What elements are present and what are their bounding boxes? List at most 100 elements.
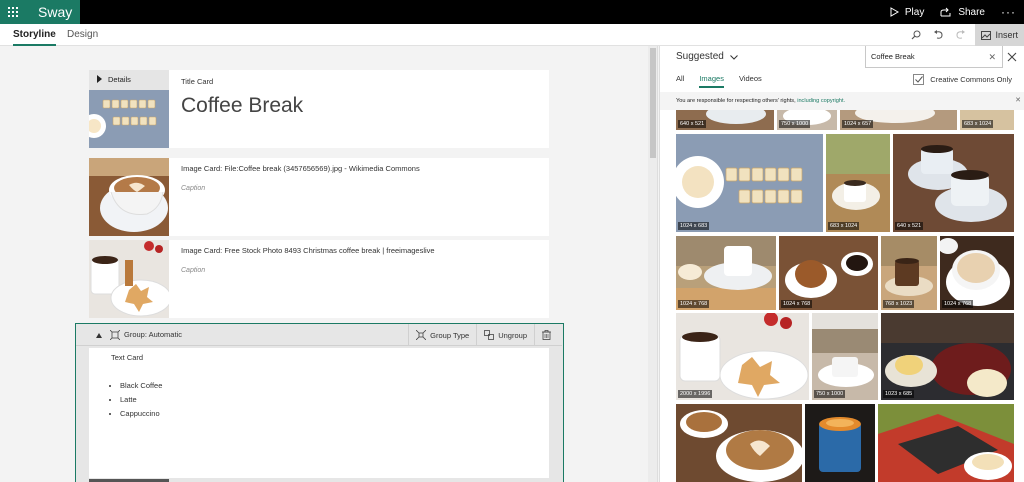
group-type-icon (416, 330, 427, 340)
media-type-tabs: All Images Videos (676, 72, 777, 88)
image-result[interactable]: 750 x 1000 (777, 110, 837, 130)
image-card-1-caption[interactable]: Caption (181, 185, 205, 192)
redo-button[interactable] (949, 24, 971, 46)
play-icon (890, 7, 899, 17)
play-label: Play (904, 6, 925, 18)
image-dimensions: 750 x 1000 (779, 120, 811, 128)
image-result[interactable]: 1024 x 768 (779, 236, 878, 310)
group-header: Group: Automatic Group Type Ungroup (76, 324, 562, 346)
image-dimensions: 683 x 1024 (828, 222, 860, 230)
creative-commons-checkbox[interactable]: Creative Commons Only (913, 72, 1012, 86)
title-card[interactable]: Details Title Card Coffee Break (89, 70, 549, 148)
search-button[interactable] (905, 24, 927, 46)
tab-images[interactable]: Images (699, 72, 724, 88)
image-card-2-meta: Image Card: Free Stock Photo 8493 Christ… (181, 246, 435, 255)
image-card-2-caption[interactable]: Caption (181, 267, 205, 274)
image-result[interactable]: 2000 x 1996 (676, 313, 809, 400)
checkbox[interactable] (913, 73, 925, 85)
image-dimensions: 683 x 1024 (962, 120, 994, 128)
dismiss-notice-icon[interactable]: ✕ (1015, 92, 1021, 110)
image-dimensions: 1024 x 657 (842, 120, 874, 128)
image-dimensions: 1024 x 768 (942, 300, 974, 308)
suggested-dropdown[interactable]: Suggested (676, 46, 738, 68)
image-results-grid: 640 x 521 750 x 1000 1024 x 657 683 x 10… (660, 110, 1024, 482)
image-result[interactable] (805, 404, 875, 482)
waffle-icon (8, 7, 18, 17)
text-card-type-label: Text Card (111, 353, 144, 362)
image-card-2-image[interactable] (89, 240, 169, 318)
image-dimensions: 1024 x 683 (678, 222, 710, 230)
delete-group-button[interactable] (534, 324, 562, 346)
image-result[interactable]: 1024 x 768 (676, 236, 776, 310)
image-card-1[interactable]: Image Card: File:Coffee break (345765656… (89, 158, 549, 236)
share-button[interactable]: Share (940, 7, 985, 18)
list-item[interactable]: Cappuccino (120, 407, 162, 421)
image-dimensions: 1024 x 768 (781, 300, 813, 308)
image-result[interactable] (878, 404, 1014, 482)
insert-panel: Suggested Coffee Break ✕ All Images Vide… (659, 46, 1024, 482)
more-options-button[interactable]: ··· (1001, 5, 1016, 19)
close-panel-button[interactable] (1002, 46, 1022, 68)
search-input[interactable]: Coffee Break ✕ (865, 46, 1003, 68)
scrollbar-thumb[interactable] (650, 48, 656, 158)
details-toggle[interactable]: Details (89, 70, 169, 90)
image-dimensions: 2000 x 1996 (678, 390, 713, 398)
image-result[interactable]: 1024 x 768 (940, 236, 1014, 310)
title-card-title[interactable]: Coffee Break (181, 94, 303, 118)
title-card-image[interactable] (89, 90, 169, 148)
group-label: Group: Automatic (124, 330, 182, 339)
image-result[interactable]: 683 x 1024 (826, 134, 890, 232)
tab-design[interactable]: Design (67, 24, 98, 46)
ungroup-button[interactable]: Ungroup (476, 324, 534, 346)
image-result[interactable]: 768 x 1023 (881, 236, 937, 310)
details-label: Details (108, 75, 131, 84)
group-icon (110, 330, 120, 340)
image-result[interactable]: 640 x 521 (676, 110, 774, 130)
expand-triangle-icon (97, 75, 102, 83)
group-type-label: Group Type (430, 330, 470, 340)
play-button[interactable]: Play (890, 7, 924, 18)
suggested-label: Suggested (676, 51, 724, 62)
trash-icon (542, 330, 551, 340)
clear-search-icon[interactable]: ✕ (988, 46, 996, 68)
top-bar: Sway Play Share ··· (0, 0, 1024, 24)
title-card-type-label: Title Card (181, 77, 214, 86)
image-card-2[interactable]: Image Card: Free Stock Photo 8493 Christ… (89, 240, 549, 318)
list-item[interactable]: Black Coffee (120, 379, 162, 393)
search-value: Coffee Break (871, 52, 915, 61)
insert-button[interactable]: Insert (975, 24, 1024, 46)
tab-all[interactable]: All (676, 72, 684, 88)
image-result[interactable] (676, 404, 802, 482)
image-result[interactable]: 750 x 1000 (812, 313, 878, 400)
group-type-button[interactable]: Group Type (408, 324, 476, 346)
image-dimensions: 1024 x 768 (678, 300, 710, 308)
creative-commons-label: Creative Commons Only (930, 74, 1012, 84)
image-result[interactable]: 1024 x 683 (676, 134, 823, 232)
undo-icon (933, 30, 943, 39)
app-launcher-button[interactable] (0, 0, 26, 24)
image-card-1-image[interactable] (89, 158, 169, 236)
text-card-list[interactable]: Black Coffee Latte Cappuccino (120, 379, 162, 421)
image-result[interactable]: 683 x 1024 (960, 110, 1014, 130)
group-automatic[interactable]: Group: Automatic Group Type Ungroup Text… (75, 323, 564, 482)
copyright-notice: You are responsible for respecting other… (660, 92, 1024, 110)
tab-storyline[interactable]: Storyline (13, 24, 56, 46)
search-icon (912, 30, 921, 40)
image-result[interactable]: 1024 x 657 (840, 110, 957, 130)
copyright-link[interactable]: including copyright. (797, 98, 845, 104)
tab-videos[interactable]: Videos (739, 72, 762, 88)
text-card[interactable]: Text Card Black Coffee Latte Cappuccino (89, 348, 549, 478)
insert-icon (981, 30, 992, 40)
close-icon (1007, 52, 1017, 62)
storyline-scrollbar[interactable] (648, 46, 658, 482)
ungroup-label: Ungroup (498, 330, 527, 340)
notice-text: You are responsible for respecting other… (676, 98, 796, 104)
share-icon (940, 7, 951, 17)
chevron-down-icon (729, 54, 738, 60)
image-result[interactable]: 640 x 521 (893, 134, 1014, 232)
app-name[interactable]: Sway (26, 0, 80, 24)
collapse-triangle-icon[interactable] (96, 332, 102, 338)
list-item[interactable]: Latte (120, 393, 162, 407)
undo-button[interactable] (927, 24, 949, 46)
image-result[interactable]: 1023 x 685 (881, 313, 1014, 400)
